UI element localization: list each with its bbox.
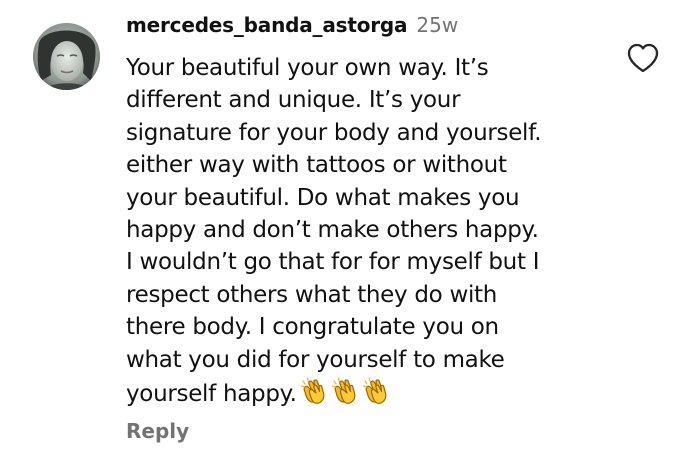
comment: mercedes_banda_astorga 25w Your beautifu… bbox=[0, 0, 700, 463]
comment-line: different and unique. It’s your bbox=[126, 87, 461, 114]
comment-line: I wouldn’t go that for for myself but I bbox=[126, 249, 540, 276]
comment-line-text: yourself happy. bbox=[126, 381, 297, 408]
comment-line: your beautiful. Do what makes you bbox=[126, 184, 520, 211]
comment-line: there body. I congratulate you on bbox=[126, 314, 499, 341]
comment-line-last: yourself happy. bbox=[126, 376, 626, 414]
comment-line: what you did for yourself to make bbox=[126, 346, 505, 373]
comment-line: happy and don’t make others happy. bbox=[126, 217, 539, 244]
like-button[interactable] bbox=[626, 42, 660, 74]
clapping-hands-icon bbox=[361, 376, 390, 405]
avatar[interactable] bbox=[33, 23, 100, 90]
reply-button[interactable]: Reply bbox=[126, 417, 189, 445]
comment-line: either way with tattoos or without bbox=[126, 152, 507, 179]
clapping-hands-icon bbox=[299, 376, 328, 405]
timestamp[interactable]: 25w bbox=[416, 13, 458, 37]
comment-line: signature for your body and yourself. bbox=[126, 119, 542, 146]
comment-line: Your beautiful your own way. It’s bbox=[126, 55, 489, 81]
emoji-group bbox=[299, 376, 392, 414]
comment-text: Your beautiful your own way. It’s differ… bbox=[126, 52, 626, 414]
clapping-hands-icon bbox=[330, 376, 359, 405]
comment-line: respect others what they do with bbox=[126, 281, 498, 308]
username[interactable]: mercedes_banda_astorga bbox=[126, 13, 408, 37]
heart-outline-icon bbox=[626, 42, 660, 74]
comment-header: mercedes_banda_astorga 25w bbox=[126, 11, 458, 41]
